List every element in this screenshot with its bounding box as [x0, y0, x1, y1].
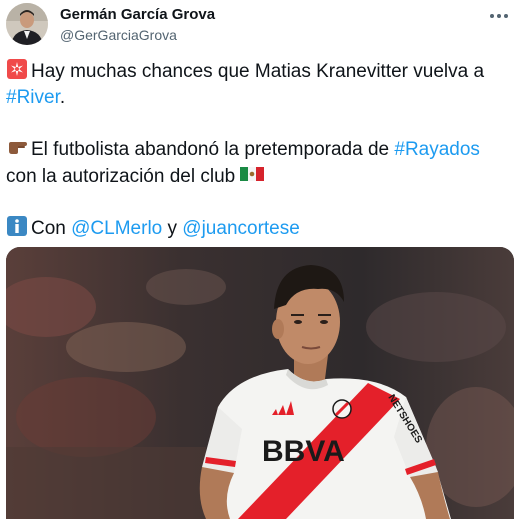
football-player-photo: NETSHOES BBVA [6, 247, 514, 519]
tweet-line2-text: El futbolista abandonó la pretemporada d… [31, 139, 395, 160]
pointing-hand-emoji [6, 136, 28, 158]
profile-photo [6, 3, 48, 45]
tweet-line3-text: Con [31, 218, 72, 239]
mention-clmerlo-link[interactable]: @CLMerlo [71, 218, 162, 239]
mexico-flag-emoji [240, 163, 265, 185]
tweet-line3-connector: y [162, 218, 183, 239]
tweet-line1-tail: . [59, 87, 66, 108]
tweet-paragraph-2: El futbolista abandonó la pretemporada d… [6, 136, 506, 190]
tweet-photo[interactable]: NETSHOES BBVA [6, 247, 514, 519]
author-avatar[interactable] [6, 3, 48, 45]
tweet-line1-text: Hay muchas chances que Matias Kranevitte… [31, 61, 485, 82]
more-options-button[interactable] [485, 6, 513, 26]
tweet-text: Hay muchas chances que Matias Kranevitte… [6, 58, 506, 242]
hashtag-river-link[interactable]: #River [6, 87, 60, 108]
information-emoji [6, 215, 28, 237]
jersey-sponsor-text: BBVA [262, 435, 345, 468]
siren-emoji [6, 58, 28, 80]
mention-juancortese-link[interactable]: @juancortese [182, 218, 300, 239]
tweet-line2-tail: con la autorización del club [6, 166, 241, 187]
author-name[interactable]: Germán García Grova [60, 6, 215, 24]
author-info: Germán García Grova @GerGarciaGrova [60, 6, 215, 44]
ellipsis-icon-dot [504, 14, 508, 18]
tweet-card: Germán García Grova @GerGarciaGrova Hay … [0, 0, 519, 519]
tweet-paragraph-3: Con @CLMerlo y @juancortese [6, 215, 506, 242]
tweet-paragraph-1: Hay muchas chances que Matias Kranevitte… [6, 58, 506, 111]
author-handle[interactable]: @GerGarciaGrova [60, 26, 215, 44]
hashtag-rayados-link[interactable]: #Rayados [394, 139, 480, 160]
ellipsis-icon [490, 14, 494, 18]
ellipsis-icon-dot [497, 14, 501, 18]
